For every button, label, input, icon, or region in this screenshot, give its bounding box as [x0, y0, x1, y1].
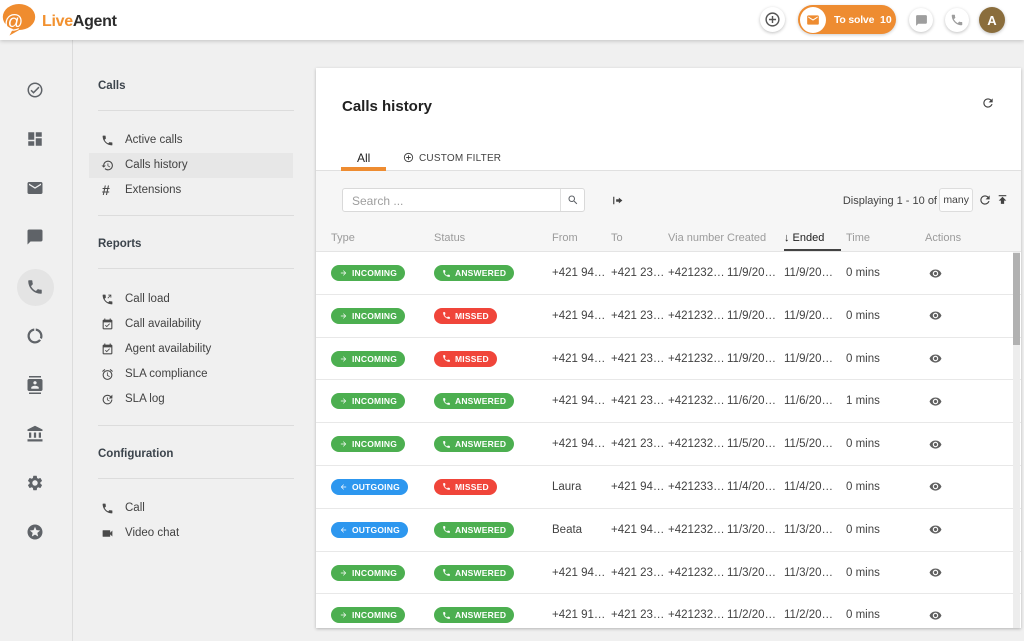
svg-text:@: @	[4, 12, 23, 33]
